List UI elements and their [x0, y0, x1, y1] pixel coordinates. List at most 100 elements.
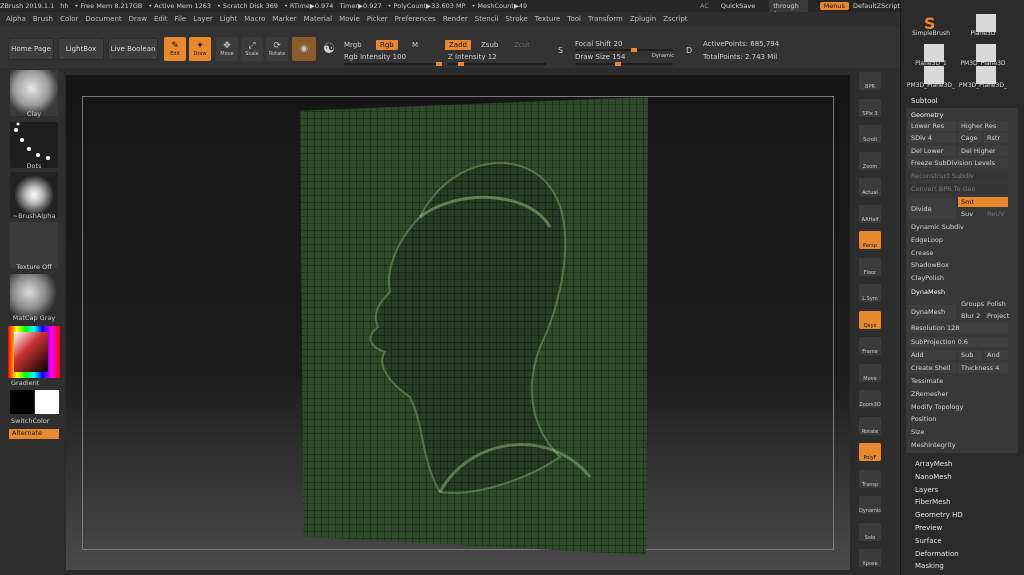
rgb-intensity-track[interactable]: [344, 62, 442, 66]
strip-l-sym[interactable]: L.Sym: [859, 284, 881, 302]
palette-arraymesh[interactable]: ArrayMesh: [912, 459, 1012, 469]
sub-button[interactable]: Sub: [958, 350, 982, 360]
move-button[interactable]: ✥ Move: [216, 37, 238, 61]
menu-preferences[interactable]: Preferences: [395, 15, 436, 23]
reconstruct-subdiv-button[interactable]: Reconstruct Subdiv: [908, 171, 1008, 181]
menu-tool[interactable]: Tool: [567, 15, 581, 23]
strip-xpose[interactable]: Xpose: [859, 549, 881, 567]
main-color-swatch[interactable]: [10, 390, 34, 414]
palette-layers[interactable]: Layers: [912, 485, 1012, 495]
geometry-position[interactable]: Position: [908, 414, 1008, 424]
ac-label[interactable]: AC: [700, 2, 709, 10]
strip-dynamic[interactable]: Dynamic: [859, 496, 881, 514]
focal-shift-slider[interactable]: Focal Shift 20: [575, 40, 622, 48]
live-boolean-button[interactable]: Live Boolean: [108, 38, 158, 60]
geometry-crease[interactable]: Crease: [908, 248, 1008, 258]
menu-movie[interactable]: Movie: [339, 15, 360, 23]
menu-color[interactable]: Color: [60, 15, 78, 23]
freeze-subdivision-button[interactable]: Freeze SubDivision Levels: [908, 158, 1008, 168]
strip-zoom[interactable]: Zoom: [859, 151, 881, 170]
geometry-modify-topology[interactable]: Modify Topology: [908, 402, 1008, 412]
blur-slider[interactable]: Blur 2: [958, 311, 984, 321]
divide-button[interactable]: Divide: [908, 199, 956, 219]
strip-spix-3[interactable]: SPix 3: [859, 98, 881, 117]
menu-stencil[interactable]: Stencil: [475, 15, 499, 23]
quicksave-button[interactable]: QuickSave: [721, 2, 755, 10]
draw-size-slider[interactable]: Draw Size 154: [575, 53, 625, 61]
menu-stroke[interactable]: Stroke: [505, 15, 527, 23]
project-toggle[interactable]: Project: [984, 311, 1009, 321]
rotate-button[interactable]: ⟳ Rotate: [266, 37, 288, 61]
lower-res-button[interactable]: Lower Res: [908, 121, 956, 131]
draw-size-track[interactable]: [575, 62, 673, 66]
menu-zplugin[interactable]: Zplugin: [630, 15, 656, 23]
palette-fibermesh[interactable]: FiberMesh: [912, 497, 1012, 507]
menu-texture[interactable]: Texture: [535, 15, 561, 23]
geometry-shadowbox[interactable]: ShadowBox: [908, 260, 1008, 270]
dynamic-toggle[interactable]: Dynamic: [652, 53, 674, 59]
focal-shift-track[interactable]: [575, 48, 673, 52]
palette-surface[interactable]: Surface: [912, 536, 1012, 546]
strip-solo[interactable]: Solo: [859, 522, 881, 541]
strip-actual[interactable]: Actual: [859, 178, 881, 196]
menus-button[interactable]: Menus: [819, 2, 849, 10]
polish-toggle[interactable]: Polish: [984, 299, 1008, 309]
strip-zoom3d[interactable]: Zoom3D: [859, 390, 881, 408]
geometry-edgeloop[interactable]: EdgeLoop: [908, 235, 1008, 245]
material-swatch[interactable]: ◉: [292, 37, 316, 61]
and-button[interactable]: And: [984, 350, 1008, 360]
menu-brush[interactable]: Brush: [33, 15, 53, 23]
menu-picker[interactable]: Picker: [367, 15, 388, 23]
secondary-color-swatch[interactable]: [35, 390, 59, 414]
palette-preview[interactable]: Preview: [912, 523, 1012, 533]
menu-material[interactable]: Material: [304, 15, 332, 23]
suv-toggle[interactable]: Suv: [958, 209, 982, 219]
m-button[interactable]: M: [412, 41, 418, 49]
strip-persp[interactable]: Persp: [859, 231, 881, 249]
rstr-button[interactable]: Rstr: [984, 133, 1008, 143]
strip-bpr[interactable]: BPR: [859, 72, 881, 90]
scale-button[interactable]: ⤢ Scale: [241, 37, 263, 61]
resolution-slider[interactable]: Resolution 128: [908, 323, 1008, 333]
menu-layer[interactable]: Layer: [193, 15, 213, 23]
z-intensity-track[interactable]: [448, 62, 546, 66]
palette-nanomesh[interactable]: NanoMesh: [912, 472, 1012, 482]
higher-res-button[interactable]: Higher Res: [958, 121, 1008, 131]
rgb-intensity-slider[interactable]: Rgb Intensity 100: [344, 53, 406, 61]
menu-draw[interactable]: Draw: [129, 15, 147, 23]
menu-transform[interactable]: Transform: [588, 15, 623, 23]
menu-file[interactable]: File: [175, 15, 187, 23]
geometry-header[interactable]: Geometry: [908, 110, 1016, 120]
rgb-button[interactable]: Rgb: [376, 40, 398, 50]
del-lower-button[interactable]: Del Lower: [908, 146, 956, 156]
strip-frame[interactable]: Frame: [859, 337, 881, 355]
menu-edit[interactable]: Edit: [154, 15, 168, 23]
edit-button[interactable]: ✎ Edit: [164, 37, 186, 61]
color-square[interactable]: [14, 332, 48, 372]
cage-button[interactable]: Cage: [958, 133, 982, 143]
mrgb-label[interactable]: Mrgb: [344, 41, 362, 49]
del-higher-button[interactable]: Del Higher: [958, 146, 1008, 156]
alternate-button[interactable]: Alternate: [9, 429, 59, 439]
relief-mesh-plane[interactable]: [300, 97, 648, 555]
sculptris-button[interactable]: ☯: [318, 37, 340, 61]
convert-bpr-button[interactable]: Convert BPR To Geo: [908, 184, 1008, 194]
subtool-header[interactable]: Subtool: [911, 97, 938, 105]
palette-geometry-hd[interactable]: Geometry HD: [912, 510, 1012, 520]
color-picker[interactable]: [8, 326, 60, 378]
strip-polyf[interactable]: PolyF: [859, 443, 881, 461]
strip-aahalf[interactable]: AAHalf: [859, 204, 881, 223]
menu-light[interactable]: Light: [220, 15, 237, 23]
draw-button[interactable]: ✦ Draw: [189, 37, 211, 61]
smt-toggle[interactable]: Smt: [958, 197, 1008, 207]
texture-thumbnail[interactable]: [10, 222, 58, 268]
menu-zscript[interactable]: Zscript: [663, 15, 687, 23]
strip-scroll[interactable]: Scroll: [859, 125, 881, 143]
geometry-tessimate[interactable]: Tessimate: [908, 376, 1008, 386]
thickness-slider[interactable]: Thickness 4: [958, 363, 1008, 373]
strip-transp[interactable]: Transp: [859, 469, 881, 488]
menu-alpha[interactable]: Alpha: [6, 15, 26, 23]
zcut-button[interactable]: Zcut: [514, 41, 530, 49]
geometry-size[interactable]: Size: [908, 427, 1008, 437]
menu-marker[interactable]: Marker: [272, 15, 296, 23]
